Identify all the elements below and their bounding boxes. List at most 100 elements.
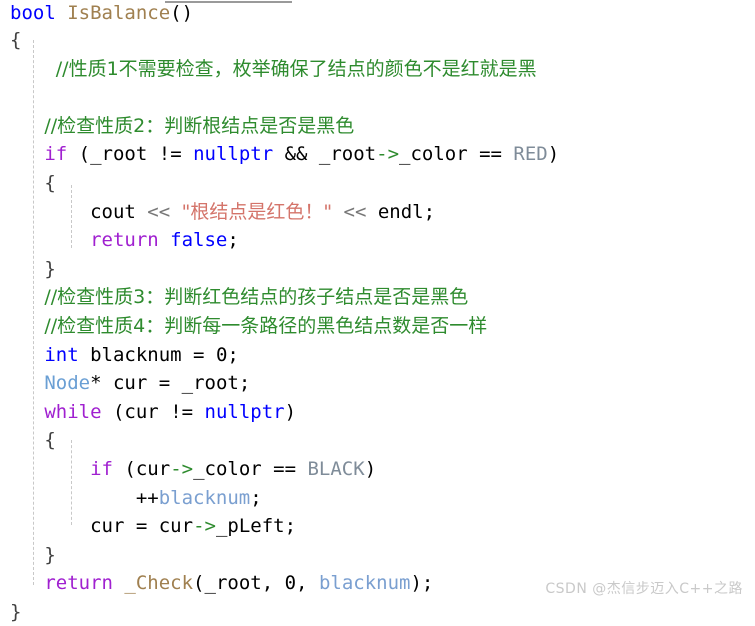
token-member: _color xyxy=(193,457,262,480)
token-identifier: blacknum xyxy=(78,343,182,366)
code-line: } xyxy=(0,598,755,626)
code-line: int blacknum = 0; xyxy=(0,341,755,370)
code-line: { xyxy=(0,169,755,198)
token-identifier: _root xyxy=(318,143,377,166)
token-shift-operator: << xyxy=(332,200,378,223)
token-arrow-operator: -> xyxy=(170,457,194,480)
token-brace: } xyxy=(10,600,22,623)
token-comma: , xyxy=(296,572,319,595)
token-semicolon: ; xyxy=(238,372,251,395)
token-operator: = xyxy=(124,515,159,538)
token-identifier: endl xyxy=(377,200,424,223)
token-parens: () xyxy=(170,2,194,24)
token-constant: BLACK xyxy=(307,457,365,480)
code-line: //检查性质4：判断每一条路径的黑色结点数是否一样 xyxy=(0,312,755,341)
token-control-keyword: while xyxy=(44,400,102,423)
token-argument: blacknum xyxy=(318,572,411,595)
token-constant: RED xyxy=(513,143,548,166)
token-arrow-operator: -> xyxy=(376,143,400,166)
token-comment: //检查性质2：判断根结点是否是黑色 xyxy=(44,114,355,137)
code-line: ++blacknum; xyxy=(0,484,755,513)
token-keyword: nullptr xyxy=(193,143,274,166)
token-keyword: int xyxy=(44,343,79,366)
token-keyword: bool xyxy=(10,2,56,24)
code-line: //检查性质3：判断红色结点的孩子结点是否是黑色 xyxy=(0,283,755,312)
code-snippet-view: bool IsBalance() { //性质1不需要检查，枚举确保了结点的颜色… xyxy=(0,0,755,623)
token-comment: //性质1不需要检查，枚举确保了结点的颜色不是红就是黑 xyxy=(55,57,537,80)
code-line: } xyxy=(0,255,755,284)
token-control-keyword: return xyxy=(90,229,159,252)
token-identifier: cur xyxy=(124,400,159,423)
token-brace: } xyxy=(44,543,56,566)
token-close-paren: ) xyxy=(547,143,560,166)
code-line: //检查性质2：判断根结点是否是黑色 xyxy=(0,112,755,141)
token-identifier: _root xyxy=(181,372,239,395)
token-close-paren: ) xyxy=(284,400,297,423)
token-control-keyword: if xyxy=(44,143,68,166)
code-line: cur = cur->_pLeft; xyxy=(0,512,755,541)
token-comment: //检查性质3：判断红色结点的孩子结点是否是黑色 xyxy=(44,286,469,309)
token-brace: { xyxy=(10,29,22,51)
token-increment-operator: ++ xyxy=(135,486,159,509)
csdn-watermark: CSDN @杰信步迈入C++之路 xyxy=(545,581,743,597)
code-line: while (cur != nullptr) xyxy=(0,398,755,427)
token-open-paren: ( xyxy=(67,143,91,166)
token-operator: != xyxy=(158,400,205,423)
token-member: _color xyxy=(399,143,468,166)
token-brace: { xyxy=(44,171,56,194)
token-comma: , xyxy=(261,572,285,595)
token-identifier: blacknum xyxy=(158,486,251,509)
code-line: return false; xyxy=(0,226,755,255)
code-line: if (cur->_color == BLACK) xyxy=(0,455,755,484)
token-operator: && xyxy=(273,143,319,166)
token-close-paren: ) xyxy=(364,457,377,480)
token-open-paren: ( xyxy=(101,400,125,423)
token-type-name: Node xyxy=(44,372,91,395)
token-identifier: cur xyxy=(135,457,171,480)
token-pointer-star: * xyxy=(90,372,113,395)
token-identifier: cur xyxy=(112,372,148,395)
token-function-name: _Check xyxy=(112,572,194,595)
token-brace: } xyxy=(44,257,56,280)
code-line: bool IsBalance() xyxy=(0,0,755,26)
token-keyword: nullptr xyxy=(204,400,285,423)
code-line: Node* cur = _root; xyxy=(0,369,755,398)
code-line: //性质1不需要检查，枚举确保了结点的颜色不是红就是黑 xyxy=(0,55,755,84)
token-identifier: cout xyxy=(90,200,136,223)
token-identifier: cur xyxy=(90,515,125,538)
token-argument: _root xyxy=(204,572,262,595)
token-open-paren: ( xyxy=(193,572,205,595)
token-number: 0 xyxy=(215,343,228,366)
token-semicolon: ; xyxy=(423,200,436,223)
token-keyword: false xyxy=(158,229,228,252)
token-identifier: _root xyxy=(90,143,148,166)
token-identifier: cur xyxy=(158,515,194,538)
token-argument: 0 xyxy=(284,572,297,595)
code-line: if (_root != nullptr && _root->_color ==… xyxy=(0,140,755,169)
code-lines: bool IsBalance() { //性质1不需要检查，枚举确保了结点的颜色… xyxy=(0,0,755,626)
token-semicolon: ; xyxy=(284,515,297,538)
token-close-paren: ) xyxy=(410,572,422,595)
token-open-paren: ( xyxy=(112,457,136,480)
token-control-keyword: if xyxy=(90,457,113,480)
token-function-name: IsBalance xyxy=(67,2,171,24)
code-line: { xyxy=(0,26,755,55)
token-member: _pLeft xyxy=(215,515,285,538)
token-shift-operator: << xyxy=(135,200,182,223)
token-operator: != xyxy=(147,143,194,166)
token-semicolon: ; xyxy=(227,229,239,252)
token-brace: { xyxy=(44,429,56,452)
token-semicolon: ; xyxy=(250,486,262,509)
code-line: { xyxy=(0,426,755,455)
token-semicolon: ; xyxy=(421,572,434,595)
token-semicolon: ; xyxy=(227,343,239,366)
token-operator: = xyxy=(181,343,216,366)
token-operator: = xyxy=(147,372,182,395)
code-line: } xyxy=(0,541,755,570)
token-control-keyword: return xyxy=(44,572,113,595)
token-operator: == xyxy=(261,457,308,480)
token-string-literal: "根结点是红色！" xyxy=(181,200,333,223)
token-comment: //检查性质4：判断每一条路径的黑色结点数是否一样 xyxy=(44,314,488,337)
